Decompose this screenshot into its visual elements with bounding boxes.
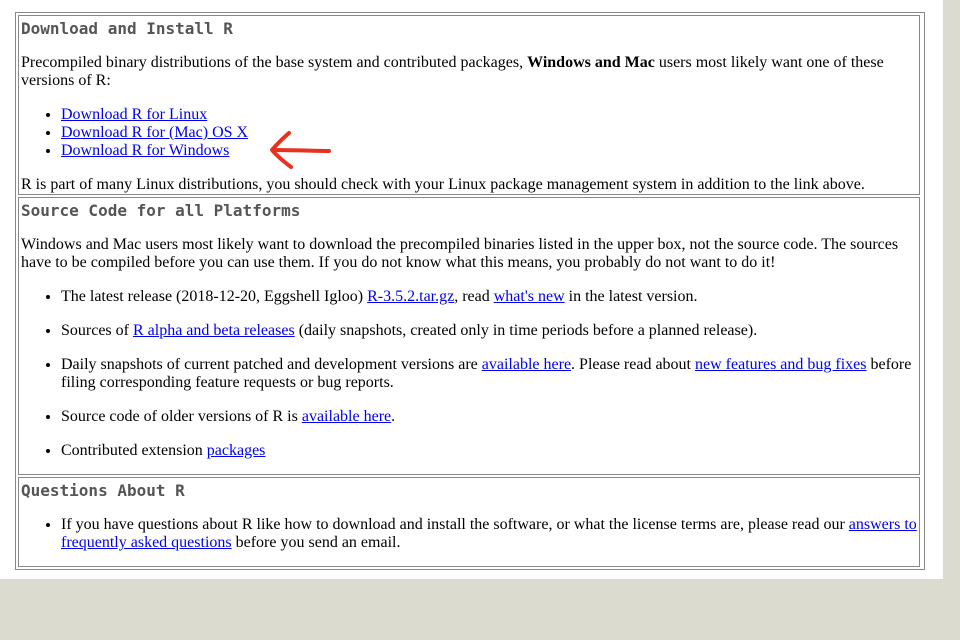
source-list: The latest release (2018-12-20, Eggshell… <box>21 288 919 460</box>
list-item: Daily snapshots of current patched and d… <box>61 356 919 392</box>
download-footer: R is part of many Linux distributions, y… <box>21 176 865 193</box>
page: Download and Install R Precompiled binar… <box>0 0 943 579</box>
item-text: (daily snapshots, created only in time p… <box>294 322 758 339</box>
red-arrow-icon <box>270 131 331 169</box>
item-text: Sources of <box>61 322 133 339</box>
download-links-list: Download R for Linux Download R for (Mac… <box>21 106 919 160</box>
new-features-link[interactable]: new features and bug fixes <box>695 356 867 373</box>
item-text: Daily snapshots of current patched and d… <box>61 356 482 373</box>
questions-title: Questions About R <box>21 481 185 500</box>
download-mac-link[interactable]: Download R for (Mac) OS X <box>61 124 248 141</box>
download-linux-link[interactable]: Download R for Linux <box>61 106 207 123</box>
item-text: , read <box>454 288 494 305</box>
list-item: Download R for Linux <box>61 106 919 124</box>
download-intro: Precompiled binary distributions of the … <box>21 54 919 90</box>
item-text: . Please read about <box>571 356 695 373</box>
latest-release-link[interactable]: R-3.5.2.tar.gz <box>367 288 454 305</box>
older-versions-link[interactable]: available here <box>302 408 391 425</box>
item-text: If you have questions about R like how t… <box>61 516 849 533</box>
packages-link[interactable]: packages <box>207 442 266 459</box>
download-intro-text: Precompiled binary distributions of the … <box>21 54 528 71</box>
source-section: Source Code for all Platforms Windows an… <box>18 197 920 475</box>
download-title: Download and Install R <box>21 19 233 38</box>
content-table: Download and Install R Precompiled binar… <box>15 12 925 570</box>
list-item: Contributed extension packages <box>61 442 919 460</box>
item-text: Source code of older versions of R is <box>61 408 302 425</box>
item-text: before you send an email. <box>231 534 401 551</box>
questions-section: Questions About R If you have questions … <box>18 477 920 567</box>
item-text: in the latest version. <box>564 288 698 305</box>
item-text: Contributed extension <box>61 442 207 459</box>
alpha-beta-link[interactable]: R alpha and beta releases <box>133 322 295 339</box>
list-item: Download R for (Mac) OS X <box>61 124 919 142</box>
list-item: If you have questions about R like how t… <box>61 516 919 552</box>
list-item: Source code of older versions of R is av… <box>61 408 919 426</box>
item-text: . <box>391 408 396 425</box>
list-item: The latest release (2018-12-20, Eggshell… <box>61 288 919 306</box>
source-intro: Windows and Mac users most likely want t… <box>21 236 899 271</box>
item-text: The latest release (2018-12-20, Eggshell… <box>61 288 368 305</box>
source-title: Source Code for all Platforms <box>21 201 301 220</box>
whats-new-link[interactable]: what's new <box>494 288 565 305</box>
download-intro-bold: Windows and Mac <box>527 54 655 71</box>
download-section: Download and Install R Precompiled binar… <box>18 15 920 195</box>
list-item: Download R for Windows <box>61 142 919 160</box>
snapshots-available-link[interactable]: available here <box>482 356 571 373</box>
questions-list: If you have questions about R like how t… <box>21 516 919 552</box>
list-item: Sources of R alpha and beta releases (da… <box>61 322 919 340</box>
download-windows-link[interactable]: Download R for Windows <box>61 142 229 159</box>
